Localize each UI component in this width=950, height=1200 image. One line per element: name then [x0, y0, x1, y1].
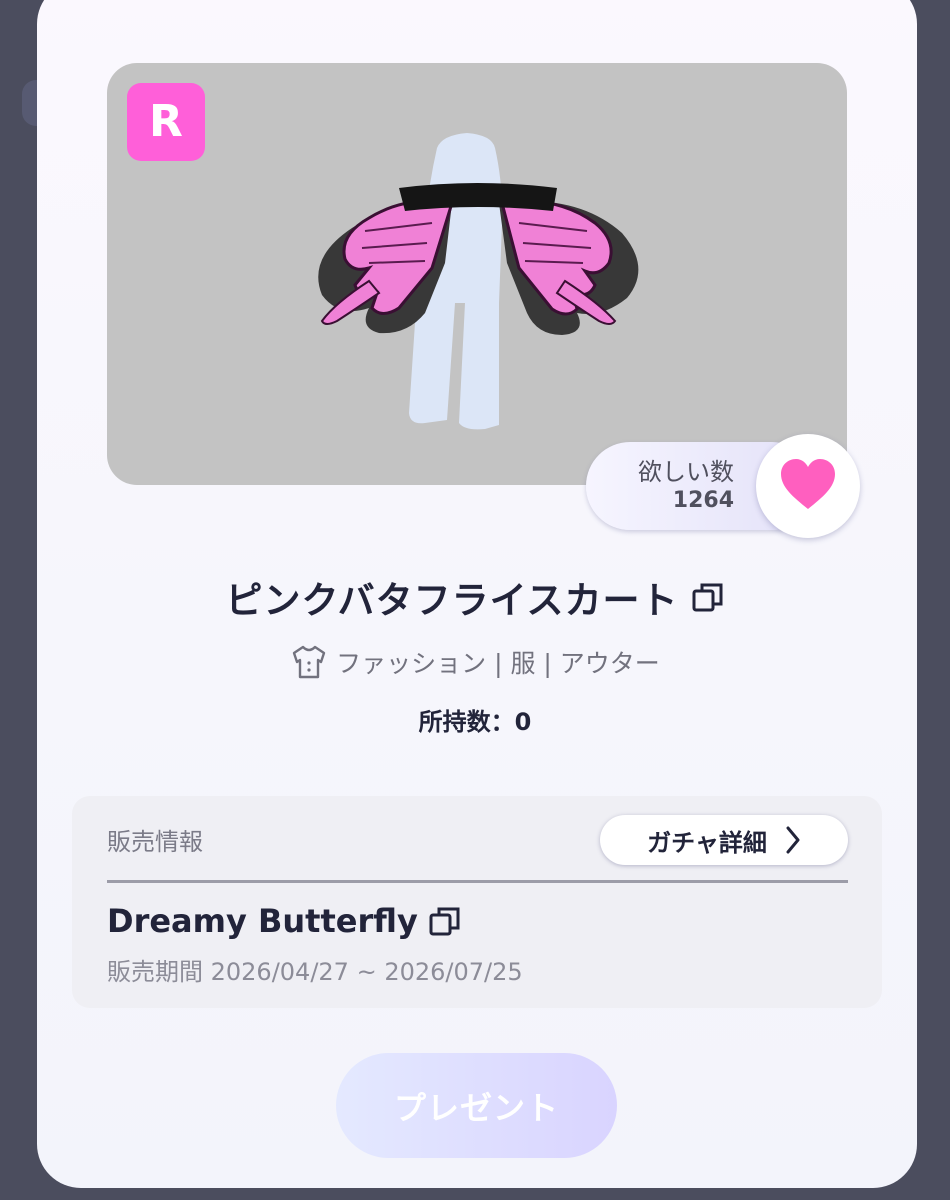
sales-info-panel: 販売情報 ガチャ詳細 Dreamy Butterfly 販売期間 2026/04… [72, 796, 882, 1008]
wish-count-value: 1264 [672, 488, 734, 513]
gacha-name: Dreamy Butterfly [107, 902, 418, 940]
gacha-name-row: Dreamy Butterfly [107, 900, 462, 942]
present-button[interactable]: プレゼント [336, 1053, 617, 1158]
item-image [318, 133, 639, 430]
category-text: ファッション | 服 | アウター [336, 649, 660, 678]
gacha-detail-label: ガチャ詳細 [647, 828, 767, 857]
heart-icon [781, 459, 835, 509]
wishlist-button[interactable] [756, 434, 860, 538]
sales-period: 販売期間 2026/04/27 ~ 2026/07/25 [107, 958, 523, 986]
rarity-badge: R [127, 83, 205, 161]
copy-icon[interactable] [691, 580, 725, 614]
divider [107, 880, 848, 883]
item-preview: R [107, 63, 847, 485]
copy-icon[interactable] [428, 904, 462, 938]
item-title: ピンクバタフライスカート [225, 579, 679, 622]
sales-info-label: 販売情報 [107, 828, 203, 856]
item-title-row: ピンクバタフライスカート [0, 572, 950, 622]
wish-count-label: 欲しい数 [638, 458, 734, 486]
item-category: ファッション | 服 | アウター [0, 642, 950, 682]
chevron-right-icon [786, 826, 800, 854]
owned-count: 所持数：0 [418, 707, 532, 736]
shirt-icon [292, 645, 326, 679]
gacha-detail-button[interactable]: ガチャ詳細 [600, 815, 848, 865]
